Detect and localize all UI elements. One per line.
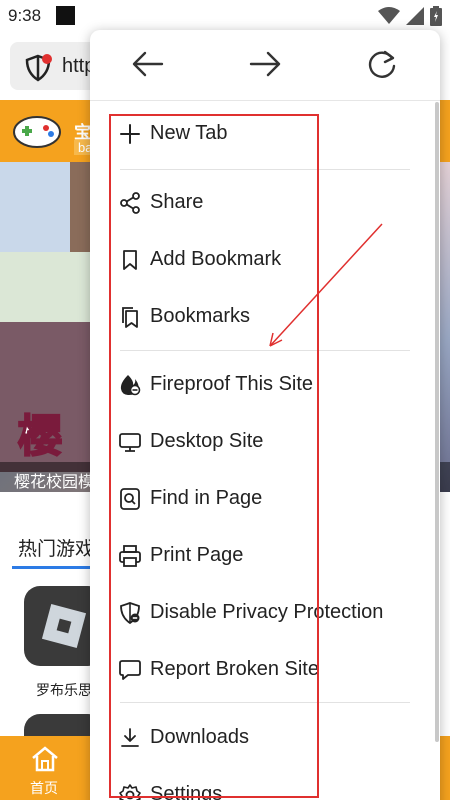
wifi-icon [378,7,400,24]
back-icon[interactable] [130,48,166,80]
menu-divider [90,100,440,101]
hot-games-title[interactable]: 热门游戏 [18,534,94,561]
app-label[interactable]: 罗布乐思 [36,680,92,700]
home-tab[interactable]: 首页 [0,736,90,800]
status-icons [378,6,442,26]
banner-panel [0,162,70,262]
gamepad-icon [13,116,61,148]
hot-games-underline [12,566,102,569]
reload-icon[interactable] [364,48,400,80]
home-icon [32,746,58,772]
signal-icon [406,7,424,25]
status-time: 9:38 [8,6,42,25]
notification-icon [56,6,75,25]
status-bar: 9:38 [0,0,450,32]
forward-icon[interactable] [247,48,283,80]
annotation-highlight-box [109,114,319,798]
banner-caption: 樱花校园模 [14,474,95,491]
home-label: 首页 [30,780,58,796]
banner-panel [0,252,95,332]
battery-icon [430,6,442,26]
privacy-shield-icon[interactable] [24,54,52,82]
annotation-arrow-icon [269,223,383,347]
screen: 9:38 http bac 樱 樱花校园模 热门游戏 罗布乐思 首页 New T… [0,0,450,800]
menu-nav-bar [90,30,440,98]
menu-scrollbar[interactable] [435,102,439,742]
banner-title: 樱 [17,411,63,462]
